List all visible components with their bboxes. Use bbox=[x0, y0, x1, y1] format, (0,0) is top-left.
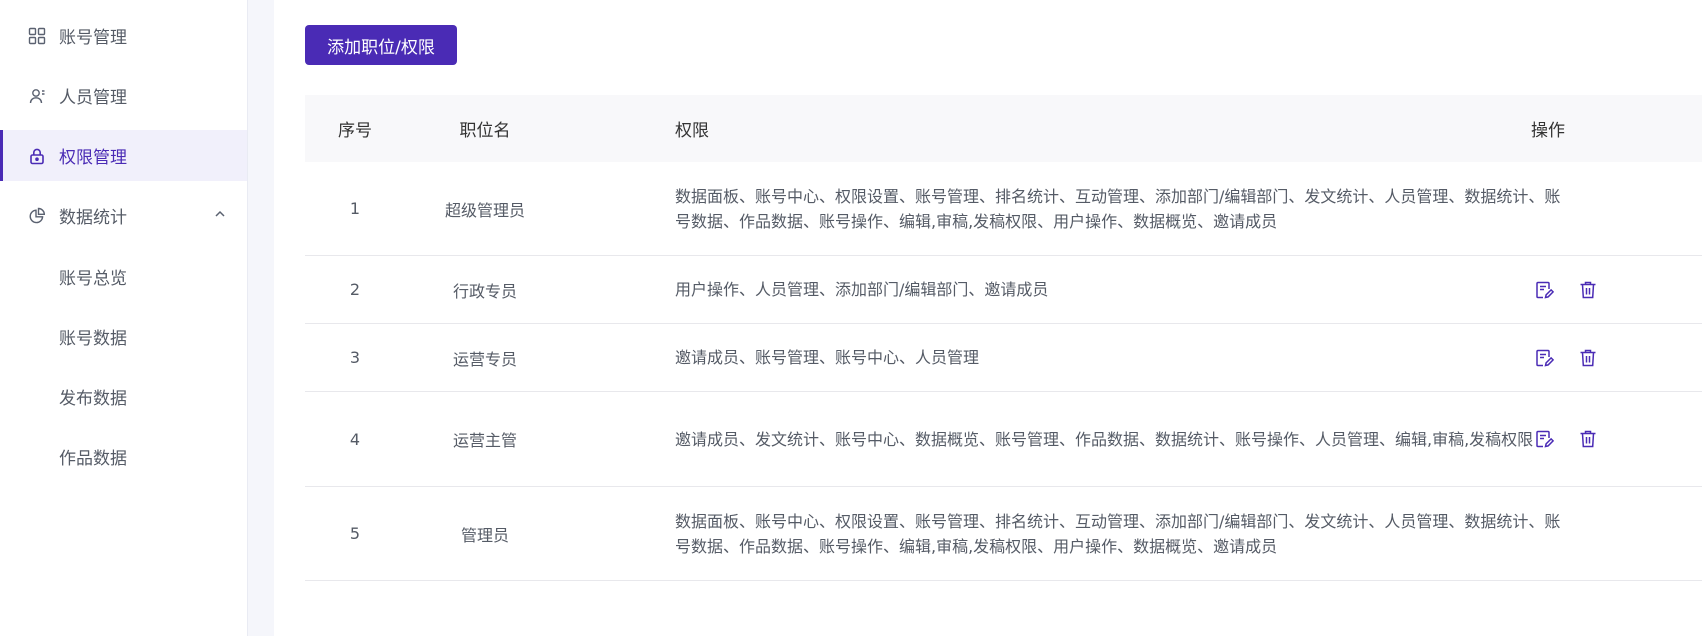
row-index: 3 bbox=[349, 348, 361, 367]
sidebar-subitem-account-data[interactable]: 账号数据 bbox=[0, 311, 247, 361]
table-row: 2 行政专员 用户操作、人员管理、添加部门/编辑部门、邀请成员 bbox=[305, 256, 1702, 324]
row-permissions: 用户操作、人员管理、添加部门/编辑部门、邀请成员 bbox=[675, 280, 1049, 299]
row-permissions: 数据面板、账号中心、权限设置、账号管理、排名统计、互动管理、添加部门/编辑部门、… bbox=[675, 186, 1561, 231]
pie-chart-icon bbox=[27, 206, 47, 226]
row-index: 1 bbox=[349, 199, 361, 218]
edit-icon[interactable] bbox=[1532, 278, 1556, 302]
sidebar-item-data-statistics[interactable]: 数据统计 bbox=[0, 190, 247, 241]
row-actions bbox=[1532, 427, 1600, 451]
main-content: 添加职位/权限 序号 职位名 权限 操作 1 超级管理员 数据面板、账号中心、权… bbox=[274, 0, 1702, 636]
header-index: 序号 bbox=[338, 121, 372, 141]
row-position-name: 运营专员 bbox=[452, 349, 517, 369]
row-index: 2 bbox=[349, 280, 361, 299]
row-position-name: 管理员 bbox=[460, 525, 509, 545]
edit-icon[interactable] bbox=[1532, 346, 1556, 370]
user-icon bbox=[27, 86, 47, 106]
row-index: 4 bbox=[349, 429, 361, 449]
sidebar-subitem-label: 账号总览 bbox=[59, 268, 127, 289]
row-actions bbox=[1532, 346, 1600, 370]
sidebar-item-personnel-management[interactable]: 人员管理 bbox=[0, 70, 247, 121]
table-row: 1 超级管理员 数据面板、账号中心、权限设置、账号管理、排名统计、互动管理、添加… bbox=[305, 162, 1702, 256]
table-header: 序号 职位名 权限 操作 bbox=[305, 95, 1702, 162]
add-position-permission-button[interactable]: 添加职位/权限 bbox=[305, 25, 457, 65]
row-permissions: 邀请成员、发文统计、账号中心、数据概览、账号管理、作品数据、数据统计、账号操作、… bbox=[675, 429, 1534, 449]
lock-icon bbox=[27, 146, 47, 166]
row-actions bbox=[1532, 278, 1600, 302]
grid-icon bbox=[27, 26, 47, 46]
row-position-name: 运营主管 bbox=[452, 431, 517, 450]
sidebar-subitem-works-data[interactable]: 作品数据 bbox=[0, 431, 247, 481]
header-actions: 操作 bbox=[1531, 121, 1565, 141]
sidebar-subitem-label: 作品数据 bbox=[59, 448, 127, 469]
trash-icon[interactable] bbox=[1576, 278, 1600, 302]
sidebar-item-account-management[interactable]: 账号管理 bbox=[0, 10, 247, 61]
chevron-up-icon[interactable] bbox=[213, 206, 227, 226]
sidebar: 账号管理 人员管理 权限管理 数据统计 账号总览 账号数据 发布数据 作品数据 bbox=[0, 0, 248, 636]
header-permissions: 权限 bbox=[675, 121, 709, 141]
trash-icon[interactable] bbox=[1576, 427, 1600, 451]
row-permissions: 邀请成员、账号管理、账号中心、人员管理 bbox=[675, 348, 980, 367]
sidebar-item-label: 权限管理 bbox=[59, 148, 127, 168]
header-position-name: 职位名 bbox=[459, 121, 511, 141]
row-index: 5 bbox=[349, 524, 361, 543]
row-position-name: 超级管理员 bbox=[444, 200, 525, 220]
table-row: 3 运营专员 邀请成员、账号管理、账号中心、人员管理 bbox=[305, 324, 1702, 392]
sidebar-subitem-label: 发布数据 bbox=[59, 388, 127, 409]
sidebar-item-label: 数据统计 bbox=[59, 208, 127, 228]
trash-icon[interactable] bbox=[1576, 346, 1600, 370]
table-row: 4 运营主管 邀请成员、发文统计、账号中心、数据概览、账号管理、作品数据、数据统… bbox=[305, 392, 1702, 487]
sidebar-subitem-account-overview[interactable]: 账号总览 bbox=[0, 251, 247, 301]
sidebar-subitem-label: 账号数据 bbox=[59, 328, 127, 349]
row-permissions: 数据面板、账号中心、权限设置、账号管理、排名统计、互动管理、添加部门/编辑部门、… bbox=[675, 511, 1561, 556]
sidebar-item-permission-management[interactable]: 权限管理 bbox=[0, 130, 247, 181]
row-position-name: 行政专员 bbox=[452, 281, 517, 301]
sidebar-item-label: 账号管理 bbox=[59, 28, 127, 48]
edit-icon[interactable] bbox=[1532, 427, 1556, 451]
permissions-table: 序号 职位名 权限 操作 1 超级管理员 数据面板、账号中心、权限设置、账号管理… bbox=[305, 95, 1702, 581]
sidebar-item-label: 人员管理 bbox=[59, 88, 127, 108]
content-gutter bbox=[248, 0, 274, 636]
table-row: 5 管理员 数据面板、账号中心、权限设置、账号管理、排名统计、互动管理、添加部门… bbox=[305, 487, 1702, 581]
sidebar-subitem-publish-data[interactable]: 发布数据 bbox=[0, 371, 247, 421]
